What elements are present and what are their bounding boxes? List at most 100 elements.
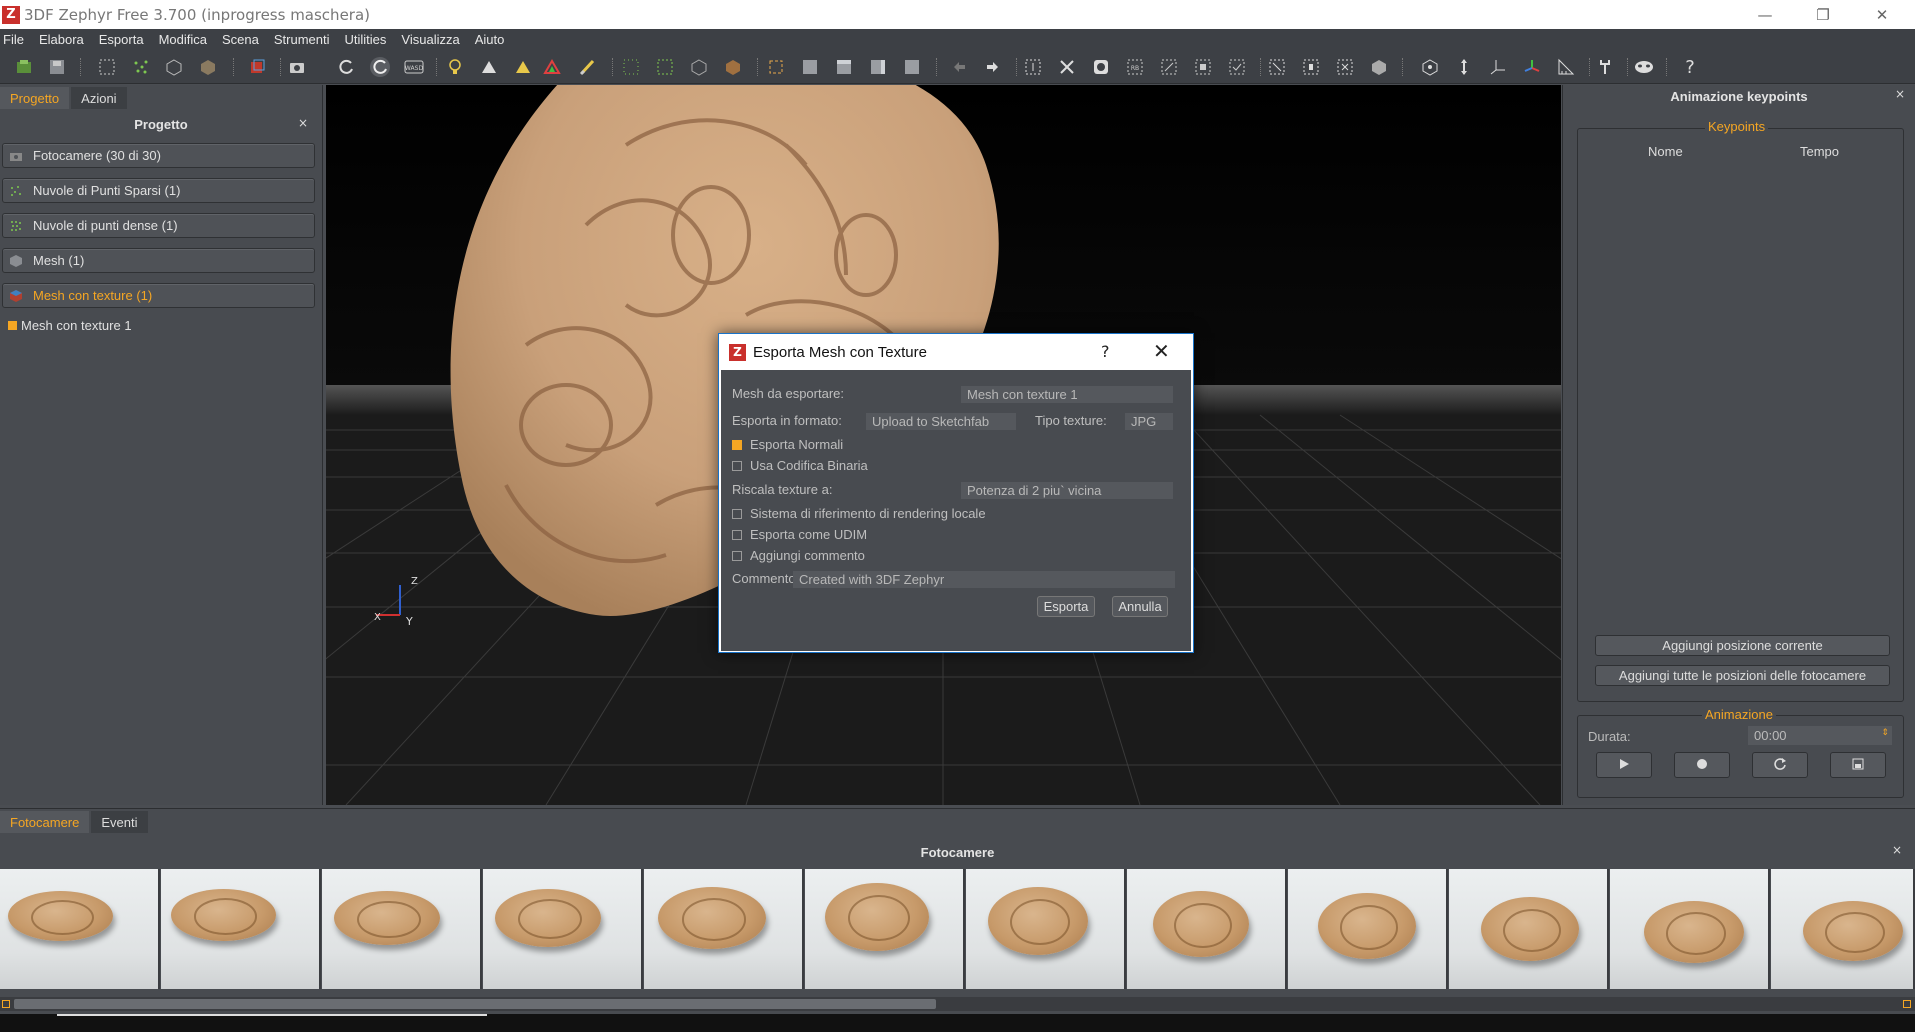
camera-thumbnail[interactable] (483, 869, 643, 989)
mesh-select-icon[interactable] (688, 56, 710, 78)
menu-file[interactable]: File (3, 32, 24, 47)
transform-icon[interactable] (1419, 56, 1441, 78)
camera-thumbnail[interactable] (1771, 869, 1915, 989)
sparse-select-icon[interactable] (620, 56, 642, 78)
sparse-clouds-button[interactable]: Nuvole di Punti Sparsi (1) (2, 178, 315, 203)
camera-thumbnail[interactable] (0, 869, 160, 989)
select-all-icon[interactable]: RB (1124, 56, 1146, 78)
crop-icon[interactable] (1266, 56, 1288, 78)
add-comment-checkbox[interactable]: Aggiungi commento (732, 548, 865, 563)
duration-input[interactable]: 00:00 ⇕ (1748, 726, 1892, 745)
lasso-select-icon[interactable] (1022, 56, 1044, 78)
export-format-select[interactable]: Upload to Sketchfab (866, 413, 1016, 430)
thumbnail-scrollbar[interactable] (0, 997, 1915, 1011)
redo-icon[interactable] (982, 56, 1004, 78)
column-header-name[interactable]: Nome (1648, 144, 1683, 159)
comment-input[interactable]: Created with 3DF Zephyr (793, 571, 1175, 588)
dialog-close-button[interactable]: ✕ (1153, 339, 1170, 363)
cameras-strip-close-icon[interactable]: × (1892, 843, 1902, 857)
select-area-icon[interactable] (1158, 56, 1180, 78)
record-button[interactable] (1674, 752, 1730, 778)
minimize-button[interactable]: — (1736, 0, 1794, 29)
menu-scena[interactable]: Scena (222, 32, 259, 47)
camera-thumbnail[interactable] (644, 869, 804, 989)
texture-select-icon[interactable] (722, 56, 744, 78)
solid-cube-icon[interactable] (1368, 56, 1390, 78)
textured-view-icon[interactable] (197, 56, 219, 78)
textured-mesh-button[interactable]: Mesh con texture (1) (2, 283, 315, 308)
grid-select-icon[interactable] (1192, 56, 1214, 78)
add-current-position-button[interactable]: Aggiungi posizione corrente (1595, 635, 1890, 656)
scroll-right-icon[interactable] (1903, 1000, 1911, 1008)
rescale-texture-select[interactable]: Potenza di 2 piu` vicina (961, 482, 1173, 499)
bbox-icon[interactable] (765, 56, 787, 78)
new-project-icon[interactable] (13, 56, 35, 78)
cameras-button[interactable]: Fotocamere (30 di 30) (2, 143, 315, 168)
texture-type-select[interactable]: JPG (1125, 413, 1173, 430)
mesh-view-icon[interactable] (163, 56, 185, 78)
sparse-points-icon[interactable] (130, 56, 152, 78)
menu-strumenti[interactable]: Strumenti (274, 32, 330, 47)
delete-select-icon[interactable] (1056, 56, 1078, 78)
triangle-yellow-icon[interactable] (512, 56, 534, 78)
column-header-time[interactable]: Tempo (1800, 144, 1839, 159)
invert-select-icon[interactable] (1090, 56, 1112, 78)
dialog-help-button[interactable]: ? (1101, 342, 1110, 361)
project-panel-close-icon[interactable]: × (298, 116, 308, 130)
undo-icon[interactable] (948, 56, 970, 78)
light-bulb-icon[interactable] (444, 56, 466, 78)
gizmo-icon[interactable] (1521, 56, 1543, 78)
loop-button[interactable] (1752, 752, 1808, 778)
camera-thumbnail[interactable] (805, 869, 965, 989)
animation-panel-close-icon[interactable]: × (1895, 87, 1905, 101)
tab-progetto[interactable]: Progetto (0, 87, 70, 109)
wasd-icon[interactable]: WASD (403, 56, 425, 78)
mesh-button[interactable]: Mesh (1) (2, 248, 315, 273)
add-all-camera-positions-button[interactable]: Aggiungi tutte le posizioni delle fotoca… (1595, 665, 1890, 686)
triangle-color-icon[interactable] (541, 56, 563, 78)
duration-spinner-icon[interactable]: ⇕ (1881, 727, 1889, 738)
scrollbar-thumb[interactable] (14, 999, 936, 1009)
play-button[interactable] (1596, 752, 1652, 778)
camera-thumbnail[interactable] (322, 869, 482, 989)
export-button[interactable]: Esporta (1037, 596, 1095, 617)
tools-icon[interactable] (1594, 56, 1616, 78)
camera-thumbnail[interactable] (966, 869, 1126, 989)
menu-esporta[interactable]: Esporta (99, 32, 144, 47)
menu-elabora[interactable]: Elabora (39, 32, 84, 47)
triangle-white-icon[interactable] (478, 56, 500, 78)
save-animation-button[interactable] (1830, 752, 1886, 778)
help-icon[interactable]: ? (1679, 56, 1701, 78)
orbit-icon[interactable] (335, 56, 357, 78)
camera-thumbnail[interactable] (1288, 869, 1448, 989)
mesh-to-export-select[interactable]: Mesh con texture 1 (961, 386, 1173, 403)
mask-icon[interactable] (1633, 56, 1655, 78)
camera-thumbnail[interactable] (1127, 869, 1287, 989)
dense-clouds-button[interactable]: Nuvole di punti dense (1) (2, 213, 315, 238)
dense-select-icon[interactable] (654, 56, 676, 78)
save-icon[interactable] (46, 56, 68, 78)
camera-thumbnail[interactable] (1449, 869, 1609, 989)
orbit-active-icon[interactable] (369, 56, 391, 78)
select-rect-icon[interactable] (96, 56, 118, 78)
local-reference-checkbox[interactable]: Sistema di riferimento di rendering loca… (732, 506, 986, 521)
menu-visualizza[interactable]: Visualizza (401, 32, 459, 47)
menu-aiuto[interactable]: Aiuto (475, 32, 505, 47)
cancel-button[interactable]: Annulla (1112, 596, 1168, 617)
cube-side-icon[interactable] (867, 56, 889, 78)
tree-item-textured-mesh-1[interactable]: Mesh con texture 1 (8, 318, 132, 333)
axes-icon[interactable] (1487, 56, 1509, 78)
ruler-icon[interactable] (1555, 56, 1577, 78)
menu-modifica[interactable]: Modifica (159, 32, 207, 47)
render-cube-icon[interactable] (246, 56, 268, 78)
camera-thumbnail[interactable] (161, 869, 321, 989)
tab-fotocamere[interactable]: Fotocamere (0, 811, 90, 833)
bracket-select-icon[interactable] (1300, 56, 1322, 78)
scale-axis-icon[interactable] (1453, 56, 1475, 78)
binary-encoding-checkbox[interactable]: Usa Codifica Binaria (732, 458, 868, 473)
tab-azioni[interactable]: Azioni (71, 87, 127, 109)
close-button[interactable]: ✕ (1853, 0, 1911, 29)
check-select-icon[interactable] (1226, 56, 1248, 78)
restore-button[interactable]: ❐ (1794, 0, 1852, 29)
export-normals-checkbox[interactable]: Esporta Normali (732, 437, 843, 452)
